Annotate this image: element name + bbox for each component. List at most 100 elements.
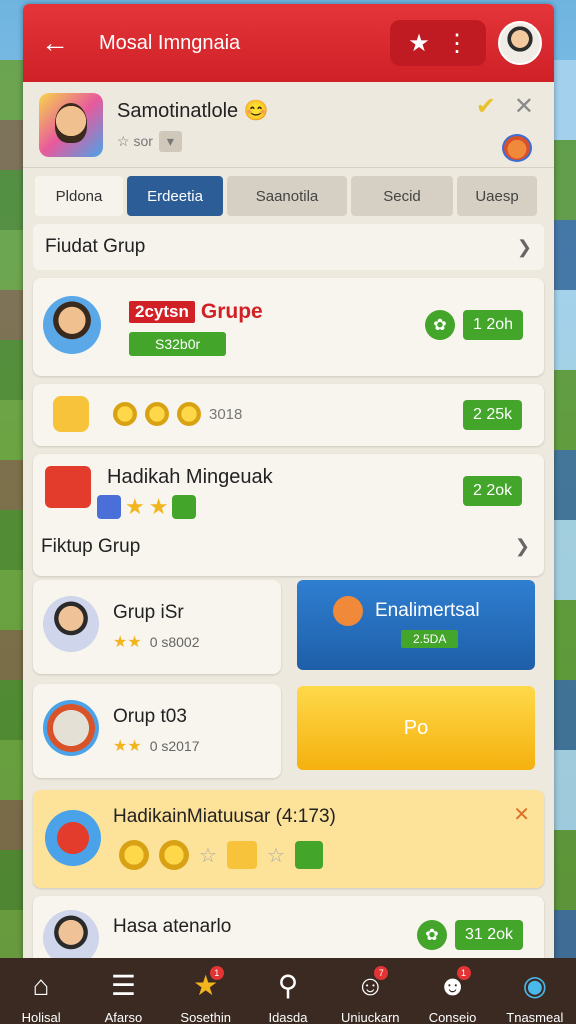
star-icon: ★ [125, 494, 145, 519]
list-item-hadikah[interactable]: Hadikah Mingeuak ★ ★ 2 2ok Fiktup Grup ❯ [33, 454, 544, 576]
profile-rating: ☆ sor [117, 132, 153, 149]
grupe-tag: 2cytsn [129, 301, 195, 323]
coin-icon [177, 402, 201, 426]
home-icon: ⌂ [32, 970, 50, 1001]
top-bar: ← Mosal Imngnaia ★ ⋮ [23, 4, 554, 82]
tab-erdeetia[interactable]: Erdeetia [127, 176, 223, 216]
nav-label: Sosethin [180, 1010, 231, 1024]
notification-badge: 1 [456, 966, 471, 980]
gem-icon [172, 495, 197, 519]
header-actions: ★ ⋮ [390, 20, 486, 66]
avatar [43, 700, 99, 756]
notification-badge: 7 [374, 966, 389, 980]
hadikain-title: HadikainMiatuusar (4:173) [113, 806, 336, 827]
dice-icon [97, 495, 121, 519]
star-icon: ★★ [113, 634, 142, 651]
value-badge[interactable]: 2 25k [463, 400, 523, 430]
star-icon: ★ [148, 494, 169, 519]
enable-badge: 2.5DA [401, 630, 459, 648]
tab-saanotila[interactable]: Saanotila [227, 176, 347, 216]
emoji-coin-icon [119, 840, 149, 870]
nav-item-uniuckarn[interactable]: ☺ 7 Uniuckarn [329, 958, 411, 1024]
nav-label: Tnasmeal [506, 1010, 564, 1024]
enable-label: Enalimertsal [375, 600, 480, 621]
grup1-value: 0 s8002 [149, 634, 200, 650]
emoji-icon [333, 596, 363, 626]
coin-icon [159, 840, 189, 870]
grupe-label: Grupe [200, 300, 263, 323]
value-badge[interactable]: 1 2oh [463, 310, 524, 340]
nav-item-tnasmeal[interactable]: ◉ Tnasmeal [494, 958, 576, 1024]
globe-icon: ◉ [522, 970, 548, 1001]
grupe-subtitle: S32b0r [129, 332, 227, 356]
list-item-grup2[interactable]: Orup t03 ★★ 0 s2017 [33, 684, 281, 778]
nav-item-conseio[interactable]: ☻ 1 Conseio [411, 958, 493, 1024]
nav-item-afarso[interactable]: ☰ Afarso [82, 958, 164, 1024]
nav-label: Idasda [268, 1010, 308, 1024]
chevron-right-icon[interactable]: ❯ [515, 536, 530, 557]
star-icon[interactable]: ★ [400, 29, 438, 58]
nav-label: Uniuckarn [341, 1010, 400, 1024]
close-icon[interactable]: ✕ [514, 92, 534, 121]
hasa-title: Hasa atenarlo [113, 916, 232, 937]
hadikah-title: Hadikah Mingeuak [107, 466, 273, 488]
main-panel: ← Mosal Imngnaia ★ ⋮ Samotinatlole 😊 ☆ s… [23, 4, 554, 964]
section-title: Fiktup Grup [41, 536, 141, 557]
avatar [43, 596, 99, 652]
gift-icon [45, 466, 91, 508]
avatar[interactable] [498, 21, 542, 65]
nav-item-sosethin[interactable]: ★ 1 Sosethin [165, 958, 247, 1024]
star-icon: ★★ [113, 738, 142, 755]
value-badge[interactable]: 2 2ok [463, 476, 523, 506]
profile-header: Samotinatlole 😊 ☆ sor ▾ ✔ ✕ [23, 82, 554, 168]
enable-button[interactable]: Enalimertsal 2.5DA [297, 580, 535, 670]
section-header-first[interactable]: Fiudat Grup ❯ [33, 224, 544, 270]
gift-icon [45, 810, 101, 866]
tab-bar: Pldona Erdeetia Saanotila Secid Uaesp [23, 168, 554, 216]
list-item-grupe[interactable]: 2cytsn Grupe S32b0r ✿ 1 2oh [33, 278, 544, 376]
coin-icon [113, 402, 137, 426]
chevron-down-icon[interactable]: ▾ [158, 130, 182, 152]
nav-item-search[interactable]: ⚲ Idasda [247, 958, 329, 1024]
notification-badge: 1 [209, 966, 224, 980]
tab-pldona[interactable]: Pldona [35, 176, 123, 216]
more-icon[interactable]: ⋮ [438, 29, 476, 58]
avatar [43, 910, 99, 964]
list-item-hasa[interactable]: Hasa atenarlo ✿ 31 2ok [33, 896, 544, 964]
nav-item-home[interactable]: ⌂ Holisal [0, 958, 82, 1024]
value-badge[interactable]: 31 2ok [455, 920, 524, 950]
page-title: Mosal Imngnaia [99, 31, 241, 54]
profile-name: Samotinatlole 😊 [117, 99, 269, 122]
profile-picture[interactable] [39, 92, 103, 157]
coin-count: 3018 [209, 405, 243, 423]
close-icon[interactable]: ✕ [513, 802, 530, 827]
background-left [0, 60, 24, 960]
search-icon: ⚲ [277, 970, 299, 1001]
list-icon: ☰ [110, 970, 136, 1001]
gem-icon [294, 841, 323, 869]
section-title: Fiudat Grup [45, 236, 146, 257]
star-icon: ☆ [266, 844, 285, 867]
tab-secid[interactable]: Secid [351, 176, 453, 216]
leaf-icon: ✿ [425, 310, 455, 340]
chest-icon [226, 841, 257, 869]
background-right [554, 60, 576, 960]
po-button[interactable]: Po [297, 686, 535, 770]
nav-label: Afarso [104, 1010, 143, 1024]
star-icon: ☆ [199, 844, 217, 867]
list-item-hadikain[interactable]: HadikainMiatuusar (4:173) ✕ ☆ ☆ [33, 790, 544, 888]
check-icon[interactable]: ✔ [476, 92, 496, 121]
tab-uaesp[interactable]: Uaesp [457, 176, 537, 216]
grup1-title: Grup iSr [113, 602, 184, 623]
coin-icon [145, 402, 169, 426]
list-item-grup1[interactable]: Grup iSr ★★ 0 s8002 [33, 580, 281, 674]
chevron-right-icon: ❯ [516, 236, 532, 257]
leaf-icon: ✿ [417, 920, 447, 950]
nav-label: Conseio [428, 1010, 477, 1024]
grup2-value: 0 s2017 [149, 738, 200, 754]
list-item-coins[interactable]: 3018 2 25k [33, 384, 544, 446]
avatar [43, 296, 101, 354]
fox-icon [502, 134, 532, 162]
nav-label: Holisal [21, 1010, 61, 1024]
back-icon[interactable]: ← [39, 27, 71, 59]
